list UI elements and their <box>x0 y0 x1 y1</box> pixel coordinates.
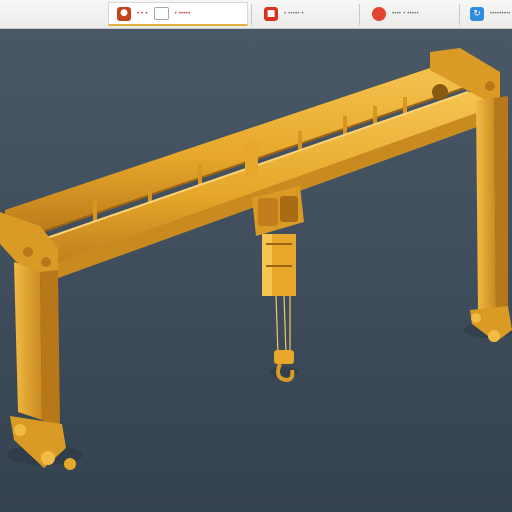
tab-active[interactable]: ● • • • • ••••• <box>108 2 248 26</box>
browser-tab-strip: ● • • • • ••••• ■ • ••••• • •••• • •••••… <box>0 0 512 29</box>
tab-title: • ••••• • <box>284 11 304 17</box>
pdf-icon: ■ <box>264 7 278 21</box>
tab-title: ••••••••• • <box>490 11 512 17</box>
tab-title: • • • <box>137 10 148 17</box>
red-dot-icon <box>372 7 386 21</box>
tab-refresh[interactable]: ↻ ••••••••• • <box>462 2 512 26</box>
refresh-icon: ↻ <box>470 7 484 21</box>
tab-web[interactable]: •••• • ••••• <box>364 2 456 26</box>
tab-checkbox[interactable] <box>153 7 169 20</box>
tab-subtitle: • ••••• <box>174 10 191 17</box>
tab-separator <box>459 4 460 25</box>
tab-separator <box>359 4 360 25</box>
tab-title: •••• • ••••• <box>392 11 419 17</box>
crane-scene <box>0 29 512 512</box>
gantry-crane-illustration <box>0 29 512 512</box>
app-badge-icon: ● <box>117 6 131 21</box>
tab-separator <box>251 4 252 25</box>
tab-pdf[interactable]: ■ • ••••• • <box>256 2 356 26</box>
